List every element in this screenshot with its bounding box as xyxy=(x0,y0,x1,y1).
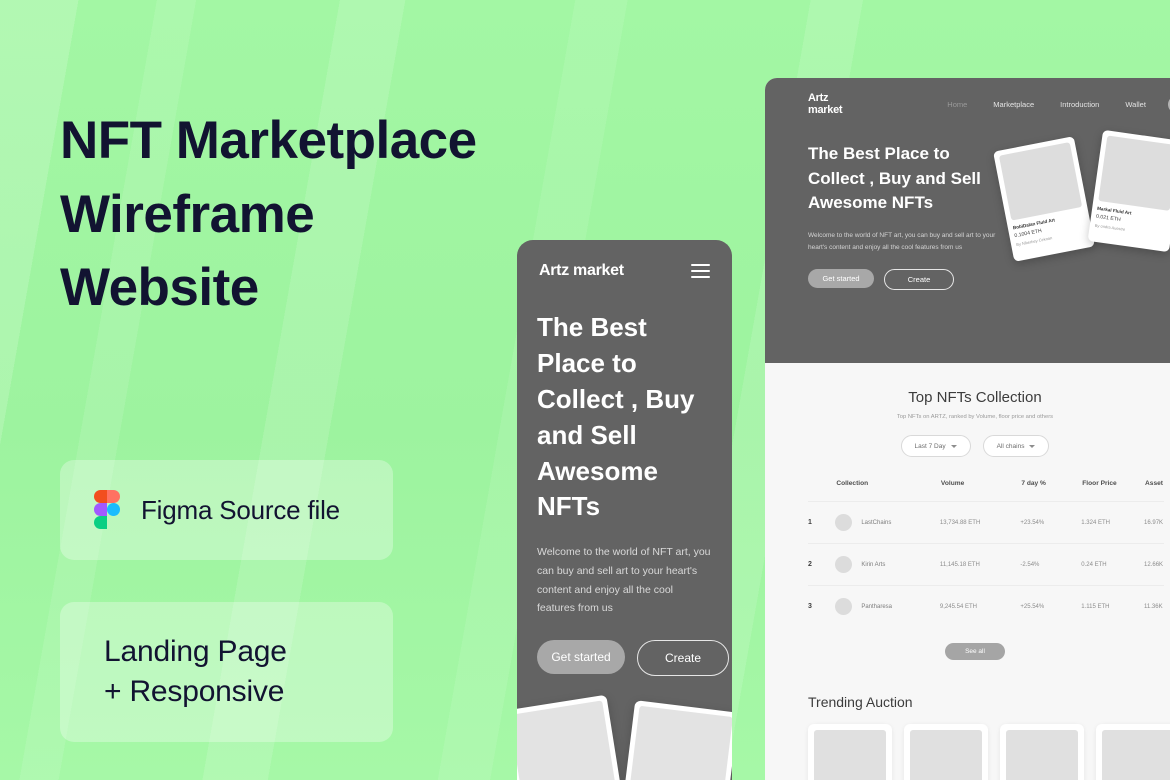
hero-nft-card[interactable]: Markal Fluid Art 0.021 ETH By ondra Aues… xyxy=(1087,129,1170,253)
row-change: +23.54% xyxy=(1020,501,1082,544)
column-rank xyxy=(808,479,835,502)
row-volume: 9,245.54 ETH xyxy=(939,585,1021,627)
figma-logo-icon xyxy=(94,490,121,530)
hero-nft-thumbnail xyxy=(1098,135,1170,211)
row-collection: Pantharesa xyxy=(835,585,940,627)
row-floor-price: 1.324 ETH xyxy=(1081,501,1145,544)
feature-card-figma-label: Figma Source file xyxy=(141,494,340,525)
page-title-line-2: Wireframe xyxy=(60,184,315,244)
collection-avatar xyxy=(835,556,853,573)
row-collection: LastChains xyxy=(835,501,940,544)
filter-chains[interactable]: All chains xyxy=(982,435,1050,457)
chevron-down-icon xyxy=(1029,444,1036,448)
row-rank: 3 xyxy=(808,585,836,627)
table-row[interactable]: 1 LastChains 13,734.88 ETH +23.54% 1.324… xyxy=(808,501,1164,544)
row-asset: 16.97K xyxy=(1144,501,1164,544)
desktop-mockup: Artz market Home Marketplace Introductio… xyxy=(765,78,1170,780)
mobile-header: Artz market xyxy=(517,240,732,280)
column-floor-price: Floor Price xyxy=(1082,480,1117,487)
column-asset: Asset xyxy=(1145,480,1163,487)
collection-section-title: Top NFTs Collection xyxy=(908,389,1042,406)
column-volume[interactable]: Volume xyxy=(940,479,1020,502)
auction-card[interactable] xyxy=(1000,724,1084,780)
mobile-hero-actions: Get started Create xyxy=(537,640,732,676)
desktop-hero-heading: The Best Place to Collect , Buy and Sell… xyxy=(808,144,981,213)
desktop-create-button[interactable]: Create xyxy=(884,268,954,290)
row-collection-name: Pantharesa xyxy=(861,603,893,610)
desktop-hero-subtext: Welcome to the world of NFT art, you can… xyxy=(808,231,996,252)
row-change: -2.54% xyxy=(1020,543,1082,586)
nav-item-marketplace[interactable]: Marketplace xyxy=(993,100,1034,109)
row-rank: 2 xyxy=(808,543,836,586)
desktop-hero: Artz market Home Marketplace Introductio… xyxy=(765,78,1170,363)
filter-chains-label: All chains xyxy=(996,442,1025,450)
collection-avatar xyxy=(835,514,853,531)
feature-card-landing-line-2: + Responsive xyxy=(104,675,285,708)
row-collection: Kirin Arts xyxy=(835,543,940,586)
nav-item-introduction[interactable]: Introduction xyxy=(1060,100,1099,109)
trending-auction-title: Trending Auction xyxy=(808,694,913,710)
poster-canvas: NFT Marketplace Wireframe Website Figma … xyxy=(0,0,1170,780)
hero-nft-thumbnail xyxy=(998,142,1083,221)
row-change: +25.54% xyxy=(1020,585,1082,627)
feature-card-landing[interactable]: Landing Page + Responsive xyxy=(60,602,393,742)
row-rank: 1 xyxy=(808,501,836,544)
top-nfts-table: Collection Volume 7 day % Floor Price As… xyxy=(808,479,1164,627)
table-row[interactable]: 3 Pantharesa 9,245.54 ETH +25.54% 1.115 … xyxy=(808,585,1164,627)
collection-avatar xyxy=(835,598,853,615)
nav-item-wallet[interactable]: Wallet xyxy=(1125,100,1146,109)
hero-nft-card[interactable]: BobiDalan Fluid Art 0.1004 ETH By Niberb… xyxy=(993,136,1095,262)
table-row[interactable]: 2 Kirin Arts 11,145.18 ETH -2.54% 0.24 E… xyxy=(808,543,1164,586)
feature-card-figma[interactable]: Figma Source file xyxy=(60,460,393,560)
mobile-hero-subtext: Welcome to the world of NFT art, you can… xyxy=(537,546,711,615)
desktop-logo[interactable]: Artz market xyxy=(808,92,843,116)
mobile-logo[interactable]: Artz market xyxy=(539,262,624,280)
desktop-nav-links: Home Marketplace Introduction Wallet xyxy=(947,100,1146,109)
mobile-nft-card[interactable] xyxy=(619,700,732,780)
page-title-line-3: Website xyxy=(60,258,259,318)
chevron-down-icon xyxy=(950,444,957,448)
row-floor-price: 0.24 ETH xyxy=(1081,543,1145,586)
row-collection-name: Kirin Arts xyxy=(861,561,886,568)
collection-section-subtitle: Top NFTs on ARTZ, ranked by Volume, floo… xyxy=(896,414,1054,420)
desktop-body: Top NFTs Collection Top NFTs on ARTZ, ra… xyxy=(765,363,1170,780)
mobile-get-started-button[interactable]: Get started xyxy=(537,640,625,674)
hamburger-icon[interactable] xyxy=(691,264,710,278)
page-title-line-1: NFT Marketplace xyxy=(60,111,477,170)
auction-card[interactable] xyxy=(904,724,988,780)
filter-time-range-label: Last 7 Day xyxy=(914,442,946,450)
desktop-navbar: Artz market Home Marketplace Introductio… xyxy=(765,78,1170,116)
row-volume: 11,145.18 ETH xyxy=(939,543,1021,586)
desktop-get-started-button[interactable]: Get started xyxy=(808,268,874,288)
trending-auction-cards xyxy=(808,724,1170,780)
table-header-row: Collection Volume 7 day % Floor Price As… xyxy=(808,479,1164,502)
page-title: NFT Marketplace Wireframe Website xyxy=(60,104,560,325)
nav-item-home[interactable]: Home xyxy=(947,100,967,109)
collection-filters: Last 7 Day All chains xyxy=(765,435,1170,457)
mobile-nft-card[interactable] xyxy=(517,694,627,780)
mobile-mockup: Artz market The Best Place to Collect , … xyxy=(517,240,732,780)
column-7day-change: 7 day % xyxy=(1021,480,1046,487)
row-collection-name: LastChains xyxy=(861,519,892,526)
auction-card[interactable] xyxy=(808,724,892,780)
row-asset: 12.66K xyxy=(1144,543,1164,586)
row-asset: 11.36K xyxy=(1144,585,1164,627)
mobile-hero-cards xyxy=(517,690,732,780)
auction-card[interactable] xyxy=(1096,724,1170,780)
mobile-create-button[interactable]: Create xyxy=(637,640,729,676)
see-all-button[interactable]: See all xyxy=(945,643,1005,660)
filter-time-range[interactable]: Last 7 Day xyxy=(900,435,971,457)
row-volume: 13,734.88 ETH xyxy=(939,501,1021,544)
row-floor-price: 1.115 ETH xyxy=(1081,585,1145,627)
mobile-hero-heading: The Best Place to Collect , Buy and Sell… xyxy=(537,312,695,522)
column-collection: Collection xyxy=(836,480,869,487)
feature-card-landing-line-1: Landing Page xyxy=(104,634,287,668)
desktop-hero-actions: Get started Create xyxy=(808,268,1170,290)
